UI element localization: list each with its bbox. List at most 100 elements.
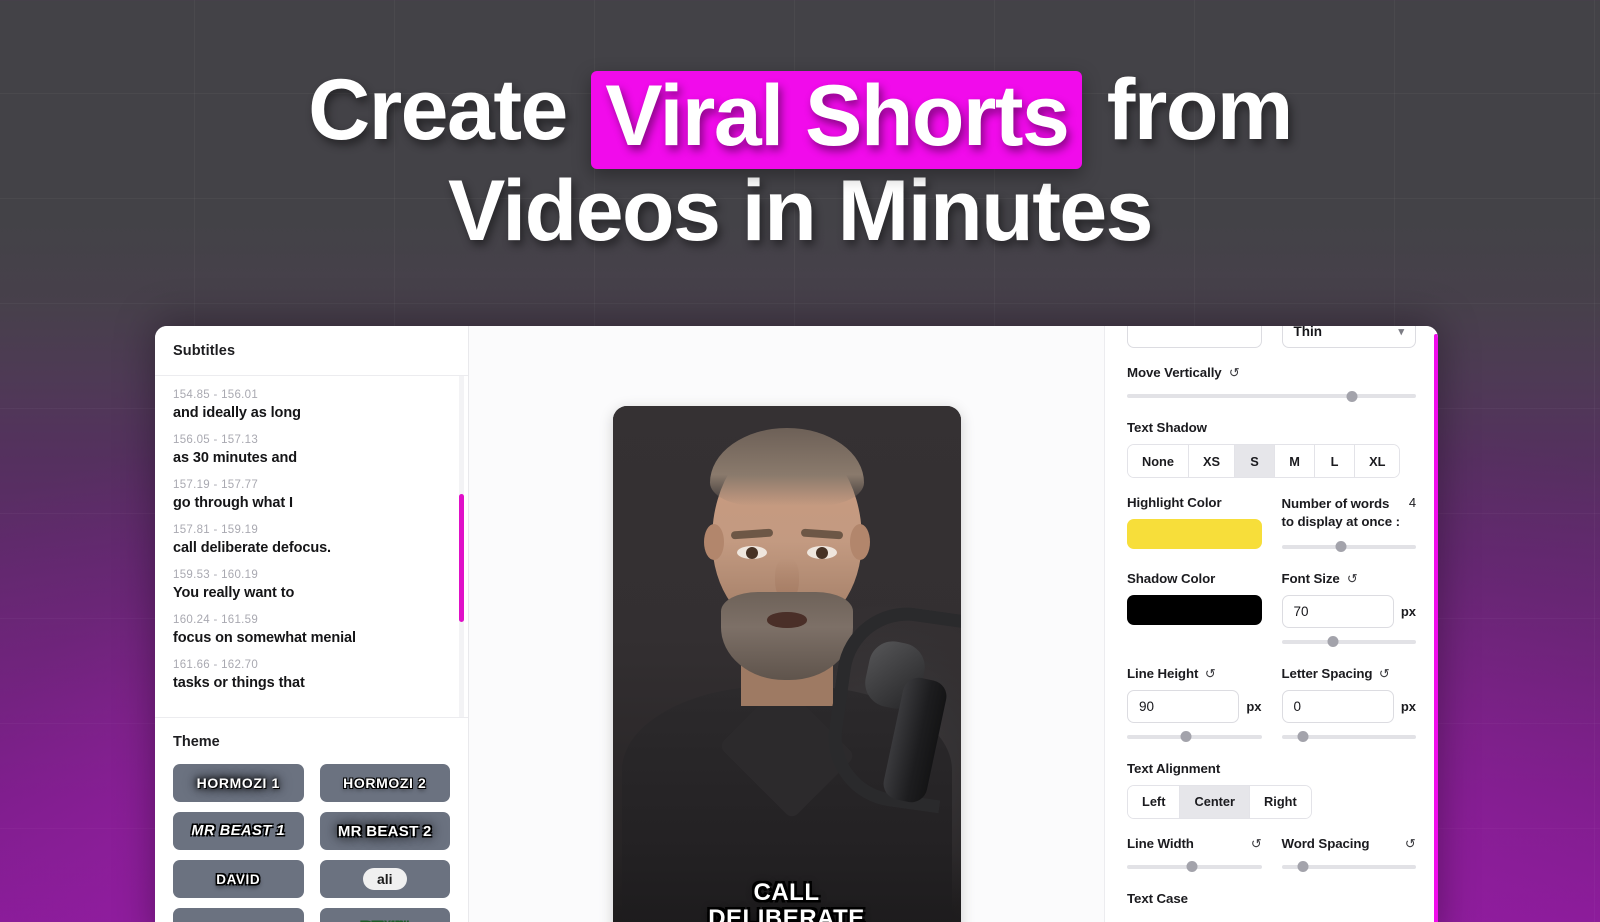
theme-button[interactable]: HORMOZI 1 xyxy=(173,764,304,802)
reset-icon-line-height[interactable]: ↻ xyxy=(1205,666,1216,681)
reset-icon-font-size[interactable]: ↻ xyxy=(1347,571,1358,586)
slider-track xyxy=(1127,734,1262,739)
line-height-label-row: Line Height ↻ xyxy=(1127,666,1262,681)
style-settings-panel[interactable]: Thin ▾ Move Vertically ↻ Text Shadow Non… xyxy=(1104,326,1438,922)
subtitle-text: focus on somewhat menial xyxy=(173,630,356,646)
font-size-label-row: Font Size ↻ xyxy=(1282,571,1417,586)
letter-spacing-input[interactable] xyxy=(1281,689,1394,723)
subtitle-item[interactable]: 157.81 - 159.19 call deliberate defocus. xyxy=(155,524,468,569)
text-alignment-option-center[interactable]: Center xyxy=(1180,785,1251,818)
theme-button[interactable]: HORMOZI 2 xyxy=(319,764,450,802)
subtitle-text: tasks or things that xyxy=(173,675,305,691)
subtitle-item[interactable]: 156.05 - 157.13 as 30 minutes and xyxy=(155,434,468,479)
subtitle-timestamp: 157.19 - 157.77 xyxy=(173,479,259,491)
theme-button-label: HORMOZI 1 xyxy=(196,775,280,791)
subtitles-list[interactable]: 154.85 - 156.01 and ideally as long 156.05… xyxy=(155,376,468,717)
theme-button[interactable]: MR BEAST 1 xyxy=(173,812,304,850)
move-vertically-slider[interactable] xyxy=(1127,389,1416,403)
font-size-label: Font Size xyxy=(1281,570,1340,586)
subtitle-item[interactable]: 154.85 - 156.01 and ideally as long xyxy=(155,389,468,434)
letter-spacing-slider[interactable] xyxy=(1281,730,1416,744)
text-alignment-option-left[interactable]: Left xyxy=(1128,785,1181,818)
speaker-pupil-left xyxy=(745,547,758,559)
slider-thumb[interactable] xyxy=(1327,636,1339,648)
theme-button[interactable]: ali xyxy=(319,860,450,898)
font-size-input[interactable] xyxy=(1281,594,1394,628)
theme-button[interactable]: MR BEAST 2 xyxy=(319,812,450,850)
slider-track xyxy=(1281,544,1416,549)
text-shadow-label: Text Shadow xyxy=(1127,420,1207,435)
font-family-field[interactable] xyxy=(1127,326,1262,348)
lineheight-letterspacing-row: Line Height ↻ px Letter Spacing xyxy=(1127,666,1416,744)
font-size-input-row: px xyxy=(1281,594,1416,628)
slider-thumb[interactable] xyxy=(1180,731,1192,743)
subtitle-item[interactable]: 159.53 - 160.19 You really want to xyxy=(155,569,468,614)
text-shadow-option-xs[interactable]: XS xyxy=(1189,445,1236,477)
text-alignment-label: Text Alignment xyxy=(1127,760,1221,776)
subtitle-timestamp: 161.66 - 162.70 xyxy=(173,659,259,671)
subtitle-item[interactable]: 161.66 - 162.70 tasks or things that xyxy=(155,659,468,704)
text-shadow-option-none[interactable]: None xyxy=(1128,445,1189,477)
video-preview-panel: CALL DELIBERATE DEFOCUS. xyxy=(469,326,1104,922)
shadow-color-label: Shadow Color xyxy=(1127,570,1216,586)
highlight-color-swatch[interactable] xyxy=(1127,519,1262,549)
shadow-color-swatch[interactable] xyxy=(1127,594,1262,625)
theme-button[interactable] xyxy=(173,908,304,922)
line-width-slider[interactable] xyxy=(1127,860,1262,874)
subtitles-panel: Subtitles 154.85 - 156.01 and ideally as … xyxy=(155,326,469,922)
slider-thumb[interactable] xyxy=(1297,731,1309,743)
settings-scrollbar-thumb[interactable] xyxy=(1434,334,1438,922)
theme-button[interactable]: DEVIN xyxy=(319,908,450,922)
speaker-ear-left xyxy=(703,524,724,560)
highlight-color-label: Highlight Color xyxy=(1127,495,1222,510)
text-shadow-option-s[interactable]: S xyxy=(1235,445,1276,477)
slider-thumb[interactable] xyxy=(1186,861,1198,873)
theme-button-label: MR BEAST 1 xyxy=(191,823,286,839)
text-alignment-option-right[interactable]: Right xyxy=(1250,785,1311,818)
font-size-slider[interactable] xyxy=(1281,635,1416,649)
subtitle-timestamp: 156.05 - 157.13 xyxy=(173,434,259,446)
font-weight-value: Thin xyxy=(1293,326,1323,339)
move-vertically-label-row: Move Vertically ↻ xyxy=(1127,365,1416,380)
theme-button[interactable]: DAVID xyxy=(173,860,304,898)
font-weight-select[interactable]: Thin ▾ xyxy=(1281,326,1416,348)
speaker-eye-right xyxy=(806,546,837,559)
line-height-unit: px xyxy=(1246,698,1262,714)
subtitle-item[interactable]: 160.24 - 161.59 focus on somewhat menial xyxy=(155,614,468,659)
line-height-input-row: px xyxy=(1127,689,1262,723)
word-spacing-slider[interactable] xyxy=(1281,860,1416,874)
subtitle-item[interactable]: 157.19 - 157.77 go through what I xyxy=(155,479,468,524)
subtitle-timestamp: 154.85 - 156.01 xyxy=(173,389,259,401)
reset-icon-word-spacing[interactable]: ↻ xyxy=(1405,836,1416,851)
reset-icon-move-vertically[interactable]: ↻ xyxy=(1229,365,1240,380)
text-shadow-option-m[interactable]: M xyxy=(1275,445,1316,477)
theme-label: Theme xyxy=(173,734,220,750)
subtitle-text: as 30 minutes and xyxy=(173,450,298,466)
reset-icon-line-width[interactable]: ↻ xyxy=(1251,836,1262,851)
video-preview[interactable]: CALL DELIBERATE DEFOCUS. xyxy=(612,406,961,922)
subtitles-scrollbar-thumb[interactable] xyxy=(459,494,464,622)
words-at-once-slider[interactable] xyxy=(1281,540,1416,554)
slider-thumb[interactable] xyxy=(1297,861,1309,873)
text-shadow-option-xl[interactable]: XL xyxy=(1355,445,1400,477)
line-width-label: Line Width xyxy=(1127,835,1194,851)
caption-line-1: CALL xyxy=(753,878,820,906)
line-height-label: Line Height xyxy=(1127,665,1199,681)
slider-thumb[interactable] xyxy=(1335,541,1347,553)
slider-thumb[interactable] xyxy=(1346,390,1358,402)
word-spacing-label-row: Word Spacing ↻ xyxy=(1282,836,1417,851)
theme-button-label: DAVID xyxy=(216,871,261,887)
line-height-slider[interactable] xyxy=(1127,730,1262,744)
reset-icon-letter-spacing[interactable]: ↻ xyxy=(1379,666,1390,681)
text-alignment-segmented-control[interactable]: Left Center Right xyxy=(1127,784,1312,819)
hero-line-1: Create Viral Shorts from xyxy=(0,62,1600,169)
line-height-input[interactable] xyxy=(1127,689,1240,723)
text-shadow-option-l[interactable]: L xyxy=(1315,445,1356,477)
text-shadow-segmented-control[interactable]: None XS S M L XL xyxy=(1127,444,1401,478)
theme-section: Theme HORMOZI 1 HORMOZI 2 MR BEAST 1 MR BEA… xyxy=(155,717,468,922)
theme-button-label: DEVIN xyxy=(361,919,409,922)
app-window: Subtitles 154.85 - 156.01 and ideally as … xyxy=(155,326,1438,922)
hero-text-after: from xyxy=(1106,62,1294,158)
letter-spacing-label-row: Letter Spacing ↻ xyxy=(1282,666,1417,681)
subtitle-text: go through what I xyxy=(173,495,293,511)
